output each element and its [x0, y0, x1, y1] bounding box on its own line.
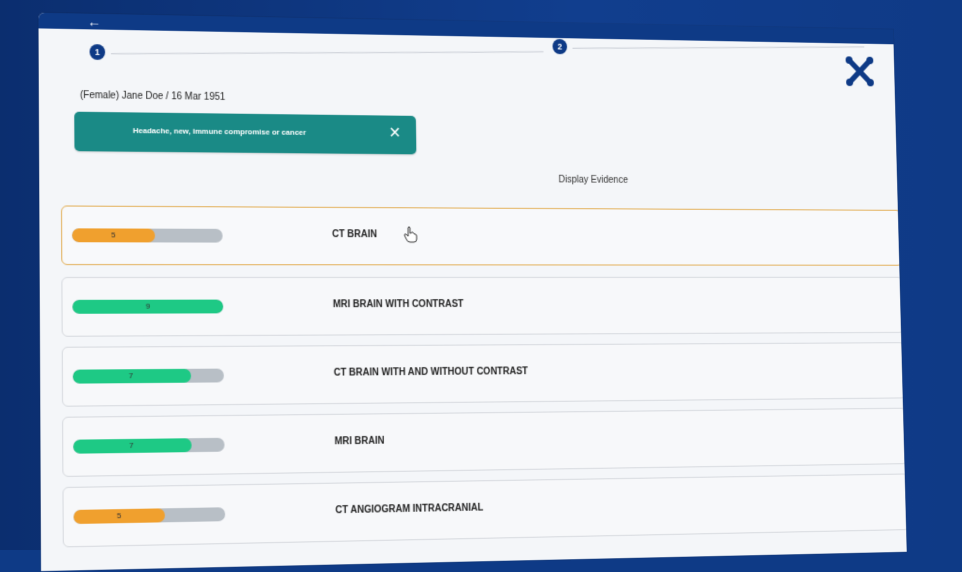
imaging-results-list: 5 CT BRAIN 9 MRI BRAIN WITH CONTRAST 7 CT BRA…: [61, 205, 907, 548]
result-row[interactable]: 5 CT ANGIOGRAM INTRACRANIAL: [62, 473, 907, 548]
score-bar-track: 5: [71, 228, 223, 243]
score-value: 7: [128, 371, 134, 381]
progress-stepper: 1 2: [89, 38, 878, 80]
score-bar-track: 5: [73, 507, 226, 525]
close-icon[interactable]: ✕: [389, 123, 402, 142]
hand-cursor-icon: [403, 226, 418, 243]
procedure-label: CT BRAIN WITH AND WITHOUT CONTRAST: [333, 366, 528, 379]
score-value: 9: [145, 301, 151, 311]
result-row[interactable]: 7 CT BRAIN WITH AND WITHOUT CONTRAST: [61, 342, 907, 407]
score-value: 5: [111, 230, 116, 240]
main-screen: ← 1 2 (Female) Jane Doe / 16 Mar 1951 He…: [38, 12, 907, 572]
display-evidence-link[interactable]: Display Evidence: [558, 175, 628, 186]
result-row[interactable]: 5 CT BRAIN: [61, 205, 903, 266]
back-arrow-icon[interactable]: ←: [87, 14, 101, 30]
condition-chip-label: Headache, new, immune compromise or canc…: [132, 126, 307, 137]
condition-chip[interactable]: Headache, new, immune compromise or canc…: [74, 111, 417, 155]
step-connector-line: [110, 51, 544, 55]
score-value: 5: [116, 511, 122, 521]
procedure-label: MRI BRAIN: [334, 435, 385, 448]
score-bar-track: 9: [72, 299, 224, 314]
result-row[interactable]: 9 MRI BRAIN WITH CONTRAST: [61, 276, 905, 337]
app-window: ← 1 2 (Female) Jane Doe / 16 Mar 1951 He…: [0, 2, 907, 572]
score-value: 7: [129, 440, 134, 450]
app-logo: [844, 54, 880, 92]
step-connector-line-2: [572, 46, 865, 49]
step-1-dot[interactable]: 1: [89, 44, 106, 61]
result-row[interactable]: 7 MRI BRAIN: [62, 407, 907, 477]
patient-info: (Female) Jane Doe / 16 Mar 1951: [80, 90, 226, 103]
procedure-label: CT ANGIOGRAM INTRACRANIAL: [335, 502, 484, 517]
logo-icon: [844, 54, 880, 92]
score-bar-track: 7: [72, 368, 224, 384]
score-bar-track: 7: [73, 437, 225, 454]
procedure-label: CT BRAIN: [332, 229, 378, 241]
step-2-dot[interactable]: 2: [552, 38, 568, 55]
procedure-label: MRI BRAIN WITH CONTRAST: [332, 299, 464, 311]
